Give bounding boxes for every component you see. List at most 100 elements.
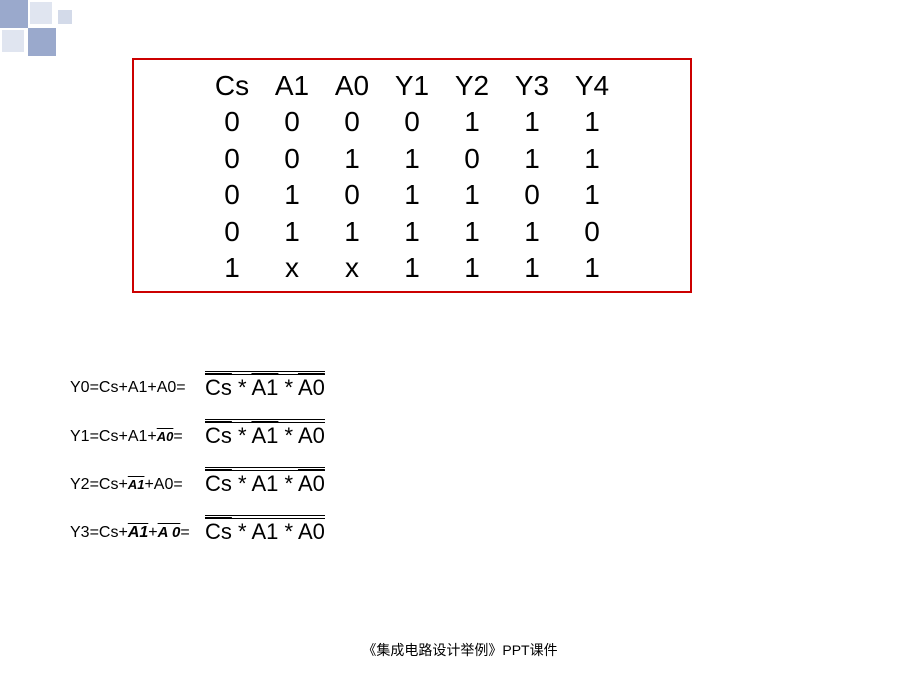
eq-y0-lhs: Y0=Cs+A1+A0=	[70, 379, 205, 397]
double-overline	[205, 467, 325, 471]
table-row: 0 0 1 1 0 1 1	[154, 141, 670, 177]
equation-y2: Y2=Cs+ A1 +A0= Cs * A1 * A0	[70, 466, 570, 502]
table-cell: 1	[442, 214, 502, 250]
eq-text: +A0=	[144, 476, 182, 494]
table-cell: 0	[202, 177, 262, 213]
op-star: *	[278, 375, 298, 400]
table-header: Cs	[202, 68, 262, 104]
table-cell: 1	[562, 104, 622, 140]
term-a1: A1	[251, 471, 278, 496]
table-header: Y3	[502, 68, 562, 104]
table-cell: 0	[262, 141, 322, 177]
op-star: *	[232, 519, 252, 544]
table-cell: 1	[382, 214, 442, 250]
a1-bar: A1	[128, 522, 148, 542]
table-header: A0	[322, 68, 382, 104]
eq-y1-rhs: Cs * A1 * A0	[205, 423, 325, 449]
table-cell: 0	[382, 104, 442, 140]
table-cell: 1	[562, 141, 622, 177]
eq-y2-rhs: Cs * A1 * A0	[205, 471, 325, 497]
table-cell: 1	[202, 250, 262, 286]
eq-text: +	[148, 524, 157, 542]
table-cell: 1	[442, 104, 502, 140]
table-cell: 1	[502, 214, 562, 250]
table-cell: 1	[562, 250, 622, 286]
term-a0: A0	[298, 519, 325, 544]
table-cell: 1	[382, 177, 442, 213]
decor-block	[2, 30, 24, 52]
table-cell: 0	[202, 141, 262, 177]
table-cell: 0	[322, 177, 382, 213]
table-header: Y2	[442, 68, 502, 104]
table-cell: 1	[502, 104, 562, 140]
table-cell: 0	[442, 141, 502, 177]
term-a1-bar: A1	[251, 375, 278, 400]
term-a0-bar: A0	[298, 375, 325, 400]
eq-y3-rhs: Cs * A1 * A0	[205, 519, 325, 545]
table-cell: 1	[442, 250, 502, 286]
eq-text: Y3=Cs+	[70, 524, 128, 542]
footer-text: 《集成电路设计举例》PPT课件	[0, 640, 920, 660]
table-cell: 1	[382, 250, 442, 286]
term-a0: A0	[298, 423, 325, 448]
decor-block	[30, 2, 52, 24]
op-star: *	[232, 375, 252, 400]
term-a0-bar: A0	[298, 471, 325, 496]
table-header-row: Cs A1 A0 Y1 Y2 Y3 Y4	[154, 68, 670, 104]
table-cell: x	[322, 250, 382, 286]
table-header: A1	[262, 68, 322, 104]
table-cell: 1	[322, 214, 382, 250]
table-cell: 1	[322, 141, 382, 177]
op-star: *	[232, 423, 252, 448]
table-cell: 0	[322, 104, 382, 140]
double-overline	[205, 371, 325, 375]
table-row: 0 1 0 1 1 0 1	[154, 177, 670, 213]
eq-y3-lhs: Y3=Cs+ A1 + A 0 =	[70, 522, 205, 542]
eq-y1-lhs: Y1=Cs+A1+A0 =	[70, 427, 205, 446]
eq-y0-rhs: Cs * A1 * A0	[205, 375, 325, 401]
op-star: *	[278, 471, 298, 496]
term-a1-bar: A1	[251, 423, 278, 448]
op-star: *	[232, 471, 252, 496]
table-cell: 1	[442, 177, 502, 213]
decor-block	[0, 0, 28, 28]
equation-y3: Y3=Cs+ A1 + A 0 = Cs * A1 * A0	[70, 514, 570, 550]
table-header: Y1	[382, 68, 442, 104]
eq-y2-lhs: Y2=Cs+ A1 +A0=	[70, 475, 205, 494]
decor-block	[28, 28, 56, 56]
op-star: *	[278, 519, 298, 544]
eq-text: Y1=Cs+A1+	[70, 428, 157, 446]
term-cs-bar: Cs	[205, 375, 232, 400]
equation-y1: Y1=Cs+A1+A0 = Cs * A1 * A0	[70, 418, 570, 454]
table-cell: 1	[382, 141, 442, 177]
double-overline	[205, 419, 325, 423]
a0-bar: A0	[157, 427, 174, 444]
table-cell: 0	[502, 177, 562, 213]
term-cs-bar: Cs	[205, 423, 232, 448]
term-cs-bar: Cs	[205, 519, 232, 544]
eq-text: =	[180, 524, 189, 542]
table-cell: 0	[562, 214, 622, 250]
table-cell: 1	[262, 214, 322, 250]
corner-decoration	[0, 0, 88, 56]
term-cs-bar: Cs	[205, 471, 232, 496]
table-cell: 1	[502, 141, 562, 177]
table-cell: 0	[262, 104, 322, 140]
op-star: *	[278, 423, 298, 448]
table-cell: 1	[502, 250, 562, 286]
table-cell: 1	[262, 177, 322, 213]
term-a1: A1	[251, 519, 278, 544]
equation-y0: Y0=Cs+A1+A0= Cs * A1 * A0	[70, 370, 570, 406]
a0-bar: A 0	[158, 522, 181, 541]
equations-block: Y0=Cs+A1+A0= Cs * A1 * A0 Y1=Cs+A1+A0 = …	[70, 370, 570, 562]
eq-text: Y2=Cs+	[70, 476, 128, 494]
table-cell: 0	[202, 104, 262, 140]
decor-block	[58, 10, 72, 24]
table-row: 1 x x 1 1 1 1	[154, 250, 670, 286]
table-cell: 1	[562, 177, 622, 213]
table-cell: 0	[202, 214, 262, 250]
eq-text: =	[173, 428, 182, 446]
table-row: 0 1 1 1 1 1 0	[154, 214, 670, 250]
truth-table: Cs A1 A0 Y1 Y2 Y3 Y4 0 0 0 0 1 1 1 0 0 1…	[132, 58, 692, 293]
a1-bar: A1	[128, 475, 145, 492]
